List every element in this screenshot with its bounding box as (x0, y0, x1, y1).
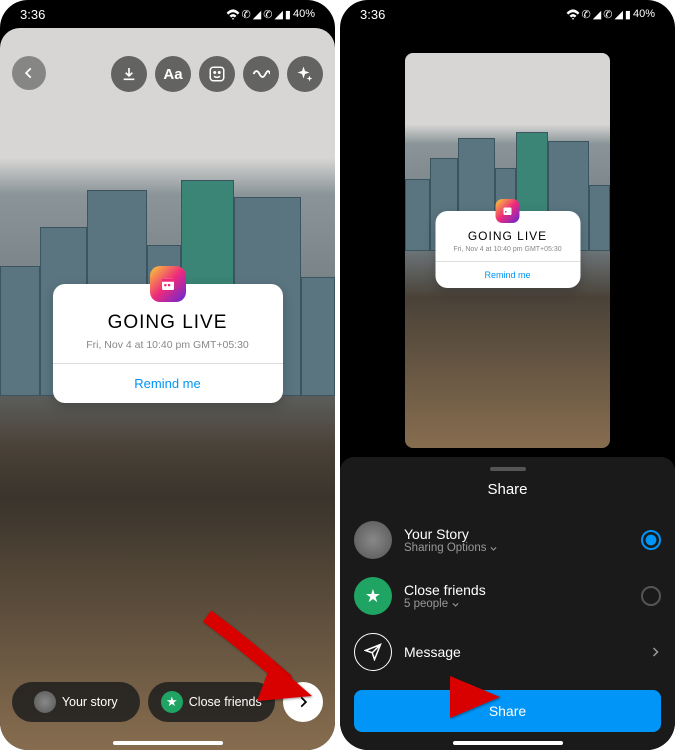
download-icon[interactable] (111, 56, 147, 92)
status-icons: ✆◢✆◢ ▮40% (566, 8, 655, 21)
story-preview: GOING LIVE Fri, Nov 4 at 10:40 pm GMT+05… (405, 53, 610, 448)
globe-icon (34, 691, 56, 713)
story-editor: Aa GOING LIVE Fri, Nov 4 at 10:40 pm GMT… (0, 28, 335, 750)
share-button[interactable]: Share (354, 690, 661, 732)
calendar-icon (496, 199, 520, 223)
sticker-title: GOING LIVE (65, 312, 271, 334)
option-message[interactable]: Message (354, 624, 661, 680)
back-button[interactable] (12, 56, 46, 90)
star-icon: ★ (161, 691, 183, 713)
event-sticker: GOING LIVE Fri, Nov 4 at 10:40 pm GMT+05… (435, 211, 580, 288)
radio-unselected[interactable] (641, 586, 661, 606)
home-indicator (453, 741, 563, 745)
calendar-icon (150, 266, 186, 302)
clock: 3:36 (360, 7, 385, 22)
radio-selected[interactable] (641, 530, 661, 550)
remind-me-button[interactable]: Remind me (65, 364, 271, 403)
your-story-button[interactable]: Your story (12, 682, 140, 722)
event-sticker[interactable]: GOING LIVE Fri, Nov 4 at 10:40 pm GMT+05… (53, 284, 283, 403)
option-close-friends[interactable]: ★ Close friends 5 people (354, 568, 661, 624)
effects-icon[interactable] (243, 56, 279, 92)
close-friends-button[interactable]: ★ Close friends (148, 682, 276, 722)
status-bar: 3:36 ✆◢✆◢ ▮40% (0, 0, 335, 28)
sparkle-icon[interactable] (287, 56, 323, 92)
status-icons: ✆◢✆◢ ▮40% (226, 8, 315, 21)
chevron-right-icon (649, 646, 661, 658)
avatar (354, 521, 392, 559)
home-indicator (113, 741, 223, 745)
status-bar: 3:36 ✆◢✆◢ ▮40% (340, 0, 675, 28)
phone-right: 3:36 ✆◢✆◢ ▮40% (340, 0, 675, 750)
option-your-story[interactable]: Your Story Sharing Options (354, 512, 661, 568)
share-sheet: Share Your Story Sharing Options ★ Close… (340, 457, 675, 750)
next-button[interactable] (283, 682, 323, 722)
text-tool-icon[interactable]: Aa (155, 56, 191, 92)
sticker-tool-icon[interactable] (199, 56, 235, 92)
sheet-handle[interactable] (490, 467, 526, 471)
sheet-title: Share (354, 481, 661, 498)
phone-left: 3:36 ✆◢✆◢ ▮40% Aa (0, 0, 335, 750)
clock: 3:36 (20, 7, 45, 22)
send-icon (354, 633, 392, 671)
sticker-subtitle: Fri, Nov 4 at 10:40 pm GMT+05:30 (65, 339, 271, 351)
star-icon: ★ (354, 577, 392, 615)
